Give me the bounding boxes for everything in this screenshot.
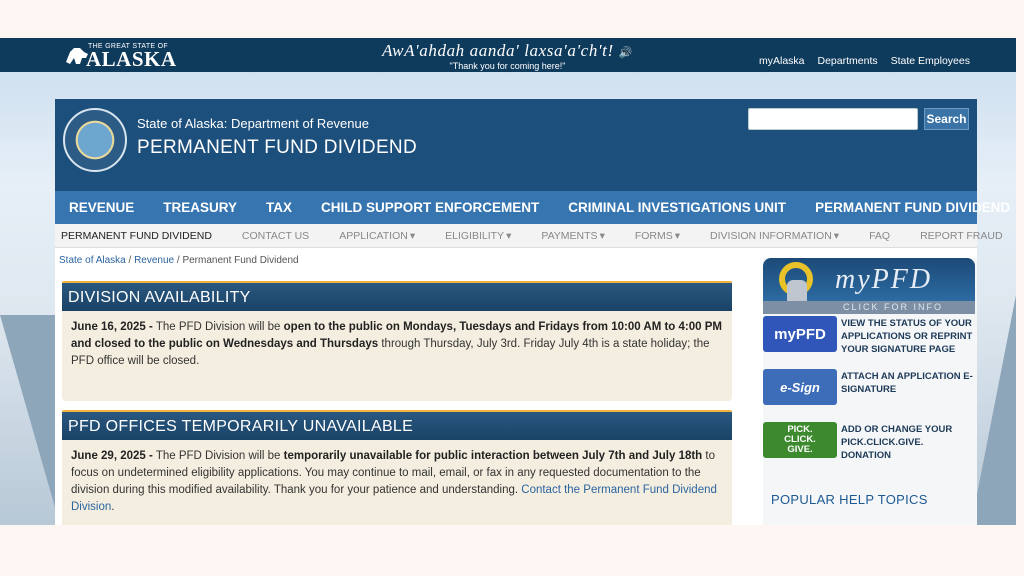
subnav-forms[interactable]: FORMS ▾ — [635, 230, 680, 242]
section-heading: PFD OFFICES TEMPORARILY UNAVAILABLE — [62, 410, 732, 440]
notice-text: The PFD Division will be — [152, 450, 284, 462]
popular-help-topics-heading: POPULAR HELP TOPICS — [771, 492, 928, 507]
nav-criminal-investigations[interactable]: CRIMINAL INVESTIGATIONS UNIT — [568, 200, 786, 215]
esign-text[interactable]: ATTACH AN APPLICATION E-SIGNATURE — [837, 369, 975, 407]
link-state-employees[interactable]: State Employees — [891, 55, 970, 67]
greeting-native-text: AwA'ahdah aanda' laxsa'a'ch't! — [382, 41, 614, 60]
caret-down-icon: ▾ — [833, 229, 840, 242]
right-sidebar: myPFD CLICK FOR INFO myPFD VIEW THE STAT… — [763, 258, 977, 525]
breadcrumb-revenue[interactable]: Revenue — [134, 255, 174, 266]
breadcrumb-current: Permanent Fund Dividend — [182, 255, 299, 266]
caret-down-icon: ▾ — [409, 229, 416, 242]
mypfd-status-text[interactable]: VIEW THE STATUS OF YOUR APPLICATIONS OR … — [837, 316, 975, 355]
page-viewport: THE GREAT STATE OF ALASKA AwA'ahdah aand… — [0, 38, 1016, 525]
mypfd-banner-logo: myPFD — [835, 264, 933, 295]
mypfd-status-item[interactable]: myPFD VIEW THE STATUS OF YOUR APPLICATIO… — [763, 316, 975, 355]
subnav-application[interactable]: APPLICATION ▾ — [339, 230, 415, 242]
pick-click-give-item[interactable]: PICK. CLICK. GIVE. ADD OR CHANGE YOUR PI… — [763, 422, 975, 461]
mountain-left — [0, 315, 60, 525]
logo-small-text: THE GREAT STATE OF — [88, 43, 168, 50]
notice-date: June 16, 2025 - — [71, 321, 153, 333]
subnav-division-info[interactable]: DIVISION INFORMATION ▾ — [710, 230, 839, 242]
mypfd-button[interactable]: myPFD — [763, 316, 837, 352]
esign-item[interactable]: e-Sign ATTACH AN APPLICATION E-SIGNATURE — [763, 369, 975, 407]
section-body: June 16, 2025 - The PFD Division will be… — [62, 311, 732, 370]
alaska-logo[interactable]: THE GREAT STATE OF ALASKA — [64, 42, 177, 71]
subnav-payments[interactable]: PAYMENTS ▾ — [541, 230, 604, 242]
subnav-division-info-label: DIVISION INFORMATION — [710, 229, 832, 242]
subnav-eligibility[interactable]: ELIGIBILITY ▾ — [445, 230, 511, 242]
search-button[interactable]: Search — [924, 108, 969, 130]
esign-button[interactable]: e-Sign — [763, 369, 837, 405]
pick-click-give-button[interactable]: PICK. CLICK. GIVE. — [763, 422, 837, 458]
pick-click-give-text[interactable]: ADD OR CHANGE YOUR PICK.CLICK.GIVE. DONA… — [837, 422, 975, 461]
main-card: State of Alaska: Department of Revenue P… — [55, 99, 1010, 525]
nav-tax[interactable]: TAX — [266, 200, 292, 215]
page-title[interactable]: PERMANENT FUND DIVIDEND — [137, 137, 417, 159]
nav-revenue[interactable]: REVENUE — [69, 200, 134, 215]
notice-bold: temporarily unavailable for public inter… — [283, 450, 703, 462]
sub-nav: PERMANENT FUND DIVIDEND CONTACT US APPLI… — [55, 224, 1003, 248]
state-topbar: THE GREAT STATE OF ALASKA AwA'ahdah aand… — [0, 38, 1016, 72]
breadcrumb-state-of-alaska[interactable]: State of Alaska — [59, 255, 126, 266]
caret-down-icon: ▾ — [506, 229, 512, 242]
breadcrumb-separator: / — [128, 255, 132, 266]
notice-text: . — [111, 501, 115, 513]
subnav-payments-label: PAYMENTS — [541, 229, 598, 242]
breadcrumb: State of Alaska / Revenue / Permanent Fu… — [59, 255, 299, 266]
site-header: State of Alaska: Department of Revenue P… — [55, 99, 977, 191]
section-offices-unavailable: PFD OFFICES TEMPORARILY UNAVAILABLE June… — [62, 410, 732, 525]
state-seal-logo[interactable] — [63, 108, 127, 172]
subnav-eligibility-label: ELIGIBILITY — [445, 229, 505, 242]
section-heading: DIVISION AVAILABILITY — [62, 281, 732, 311]
subnav-contact-us[interactable]: CONTACT US — [242, 230, 309, 242]
breadcrumb-separator: / — [176, 255, 180, 266]
nav-child-support[interactable]: CHILD SUPPORT ENFORCEMENT — [321, 200, 539, 215]
mypfd-banner[interactable]: myPFD CLICK FOR INFO — [763, 258, 975, 314]
section-body: June 29, 2025 - The PFD Division will be… — [62, 440, 732, 516]
speaker-icon[interactable]: 🔊 — [619, 47, 633, 59]
bear-icon — [66, 48, 88, 64]
subnav-faq[interactable]: FAQ — [869, 230, 890, 242]
nav-pfd[interactable]: PERMANENT FUND DIVIDEND — [815, 200, 1010, 215]
notice-text: The PFD Division will be — [152, 321, 284, 333]
department-name: State of Alaska: Department of Revenue — [137, 116, 369, 131]
main-nav: REVENUE TREASURY TAX CHILD SUPPORT ENFOR… — [55, 191, 1010, 224]
link-departments[interactable]: Departments — [818, 55, 878, 67]
native-greeting: AwA'ahdah aanda' laxsa'a'ch't! 🔊 "Thank … — [330, 41, 685, 71]
link-myalaska[interactable]: myAlaska — [759, 55, 805, 67]
nav-treasury[interactable]: TREASURY — [163, 200, 237, 215]
subnav-forms-label: FORMS — [634, 229, 673, 242]
search-input[interactable] — [748, 108, 918, 130]
caret-down-icon: ▾ — [599, 229, 605, 242]
click-for-info: CLICK FOR INFO — [763, 301, 975, 314]
greeting-english-text: "Thank you for coming here!" — [449, 61, 566, 71]
notice-date: June 29, 2025 - — [71, 450, 153, 462]
subnav-pfd[interactable]: PERMANENT FUND DIVIDEND — [61, 230, 212, 242]
subnav-report-fraud[interactable]: REPORT FRAUD — [920, 230, 1002, 242]
mountain-right — [971, 295, 1016, 525]
subnav-application-label: APPLICATION — [339, 229, 408, 242]
top-links: myAlaska Departments State Employees — [759, 55, 970, 67]
section-division-availability: DIVISION AVAILABILITY June 16, 2025 - Th… — [62, 281, 732, 401]
logo-text: ALASKA — [86, 46, 177, 71]
caret-down-icon: ▾ — [674, 229, 681, 242]
